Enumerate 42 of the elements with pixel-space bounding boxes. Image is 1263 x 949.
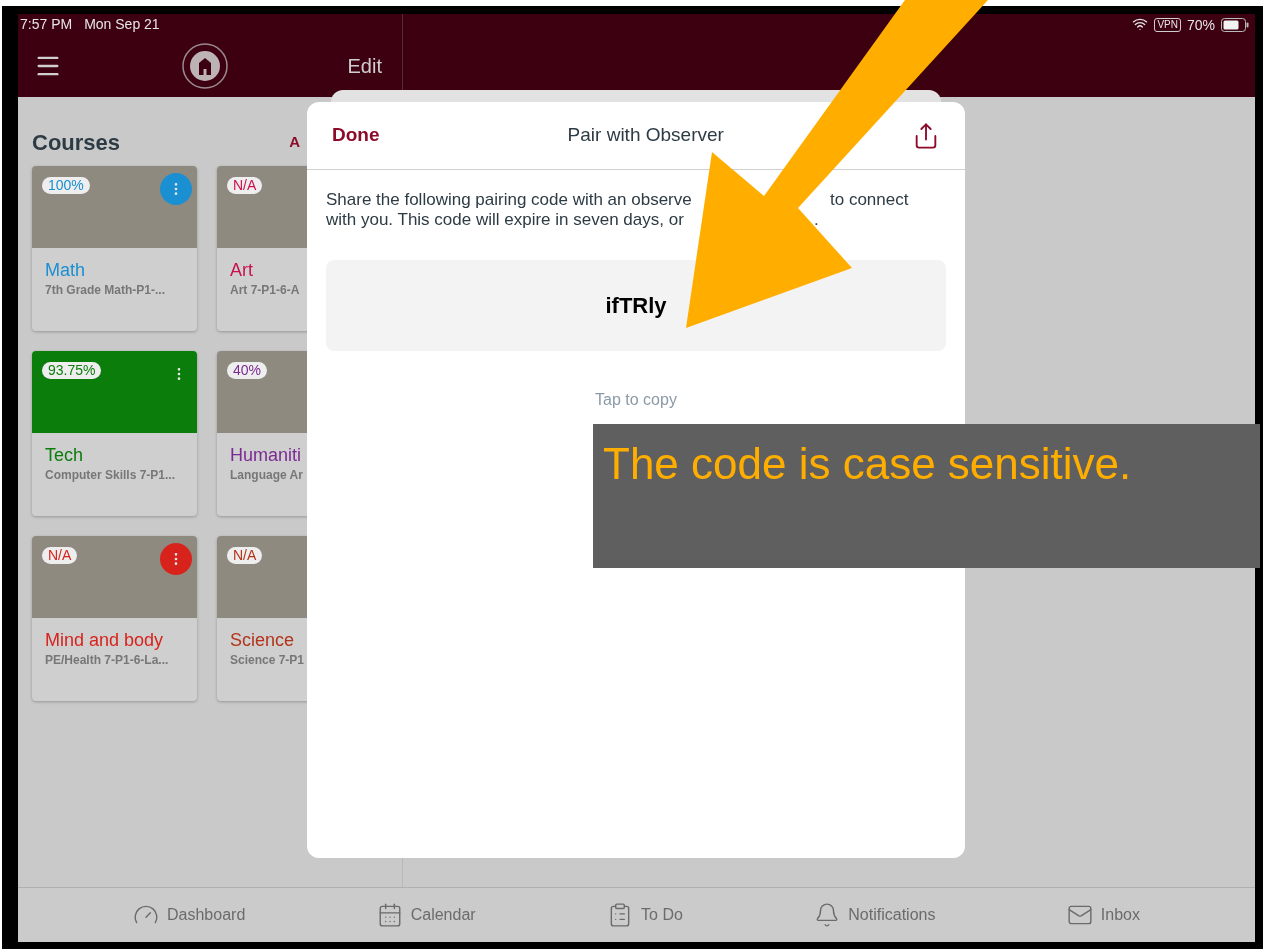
battery-percentage: 70%	[1186, 16, 1215, 34]
wifi-icon	[1132, 16, 1149, 32]
course-subtitle: Art 7-P1-6-A	[230, 282, 301, 299]
tab-bar-item[interactable]: Dashboard	[133, 902, 246, 928]
tab-bar-item[interactable]: Notifications	[814, 902, 936, 928]
vpn-badge: VPN	[1154, 18, 1181, 32]
school-logo-icon	[181, 42, 228, 89]
course-name: Mind and body	[45, 629, 165, 651]
dialog-title: Pair with Observer	[567, 123, 724, 148]
course-name: Art	[230, 259, 254, 281]
battery-icon	[1221, 18, 1249, 32]
grade-badge: 40%	[227, 362, 268, 379]
course-subtitle: Science 7-P1	[230, 652, 306, 669]
course-name: Tech	[45, 444, 85, 466]
all-courses-link[interactable]: A	[289, 130, 300, 154]
course-card[interactable]: 93.75% Tech Computer Skills 7-P1...	[32, 351, 197, 516]
tap-to-copy-hint: Tap to copy	[595, 390, 677, 410]
callout-text: The code is case sensitive.	[603, 439, 1132, 488]
course-card[interactable]: 100% Math 7th Grade Math-P1-...	[32, 166, 197, 331]
grade-badge: 93.75%	[42, 362, 102, 379]
tab-bar-item[interactable]: Calendar	[376, 902, 476, 928]
tab-bar-item[interactable]: Inbox	[1066, 902, 1140, 928]
grade-badge: 100%	[42, 177, 90, 194]
course-subtitle: Computer Skills 7-P1...	[45, 467, 177, 484]
message-text: to connect	[830, 190, 909, 210]
grade-badge: N/A	[42, 547, 78, 564]
status-time: 7:57 PM	[20, 14, 73, 34]
course-name: Humaniti	[230, 444, 303, 466]
grade-badge: N/A	[227, 547, 263, 564]
status-date: Mon Sep 21	[84, 14, 160, 34]
course-name: Math	[45, 259, 87, 281]
courses-heading: Courses	[32, 128, 121, 157]
done-button[interactable]: Done	[332, 121, 380, 150]
edit-button[interactable]: Edit	[347, 50, 382, 81]
course-subtitle: PE/Health 7-P1-6-La...	[45, 652, 170, 669]
message-text: .	[814, 210, 819, 230]
course-subtitle: 7th Grade Math-P1-...	[45, 282, 167, 299]
grade-badge: N/A	[227, 177, 263, 194]
course-name: Science	[230, 629, 296, 651]
tab-bar-item[interactable]: To Do	[607, 902, 683, 928]
course-subtitle: Language Ar	[230, 467, 304, 484]
course-card[interactable]: N/A Mind and body PE/Health 7-P1-6-La...	[32, 536, 197, 701]
